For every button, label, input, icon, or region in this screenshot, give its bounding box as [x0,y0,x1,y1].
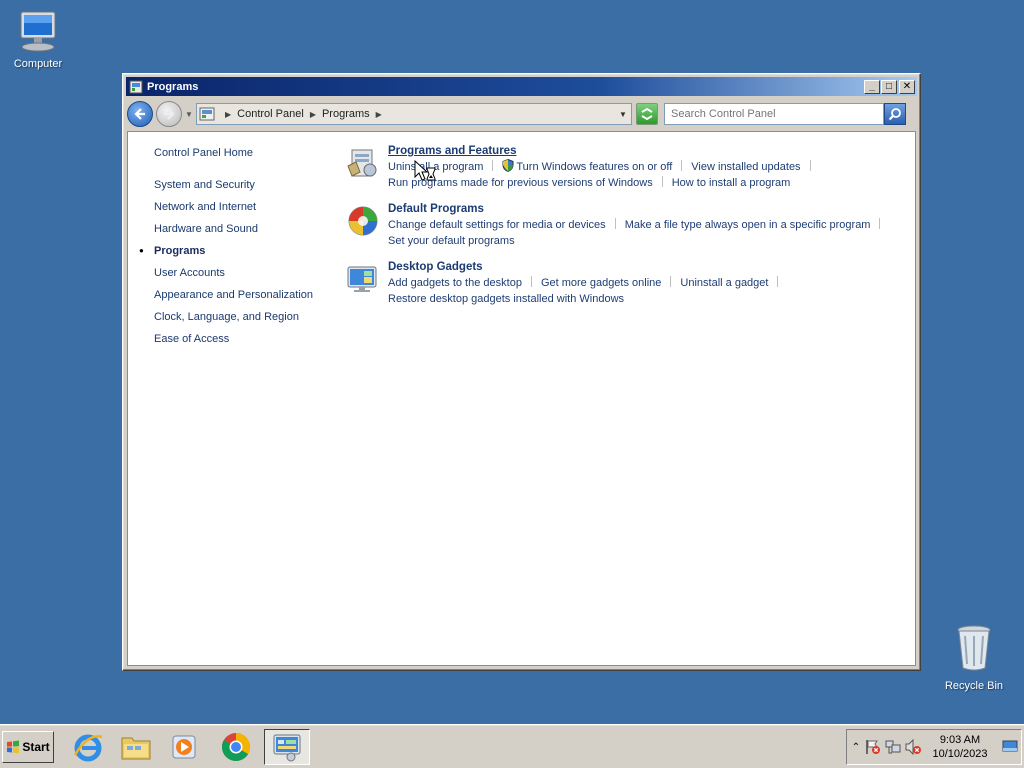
programs-features-icon [347,149,377,177]
recycle-bin-label: Recycle Bin [944,680,1004,692]
taskbar-chrome[interactable] [216,729,256,765]
nav-system-and-security[interactable]: System and Security [154,178,334,200]
window-title: Programs [147,80,199,93]
nav-network-and-internet[interactable]: Network and Internet [154,200,334,222]
search-button[interactable] [884,103,906,125]
windows-logo-icon [7,740,20,754]
desktop-icon-recycle-bin[interactable]: Recycle Bin [934,624,1014,692]
internet-explorer-icon [73,734,103,762]
tray-network[interactable] [883,737,903,757]
uninstall-gadget-link[interactable]: Uninstall a gadget [680,277,768,289]
control-panel-window: Programs _ □ ✕ ▼ ▶ Control Panel ▶ Progr… [122,73,921,671]
network-icon [885,740,901,754]
nav-programs[interactable]: Programs [139,244,334,266]
category-default-programs: Default Programs Change default settings… [346,202,906,249]
crumb-separator-icon[interactable]: ▶ [225,110,231,119]
clock-date: 10/10/2023 [932,748,988,760]
control-panel-icon [273,734,301,762]
computer-icon [20,11,56,52]
minimize-button[interactable]: _ [864,79,880,94]
programs-and-features-link[interactable]: Programs and Features [388,144,906,159]
taskbar-control-panel[interactable] [264,729,310,765]
address-bar[interactable]: ▶ Control Panel ▶ Programs ▶ ▼ [196,103,632,125]
volume-muted-icon [905,738,921,756]
title-bar[interactable]: Programs _ □ ✕ [126,77,917,96]
computer-label: Computer [13,58,63,70]
breadcrumb-control-panel[interactable]: Control Panel [237,108,304,120]
file-explorer-icon [121,737,151,760]
refresh-button[interactable] [636,103,658,125]
back-button[interactable] [127,101,153,127]
turn-windows-features-link[interactable]: Turn Windows features on or off [516,161,672,173]
file-type-association-link[interactable]: Make a file type always open in a specif… [625,219,871,231]
taskbar-file-explorer[interactable] [116,729,156,765]
nav-ease-of-access[interactable]: Ease of Access [154,332,334,354]
how-to-install-link[interactable]: How to install a program [672,177,791,189]
taskbar-clock[interactable]: 9:03 AM 10/10/2023 [929,733,991,761]
crumb-separator-icon[interactable]: ▶ [376,110,382,119]
show-desktop-icon [1002,740,1018,752]
content-area: Control Panel Home System and Security N… [127,131,916,666]
taskbar-media-player[interactable] [164,729,204,765]
restore-gadgets-link[interactable]: Restore desktop gadgets installed with W… [388,293,624,305]
show-desktop-button[interactable] [1001,737,1019,757]
desktop-gadgets-link[interactable]: Desktop Gadgets [388,260,906,275]
desktop-gadgets-icon [347,266,377,292]
media-player-icon [172,735,196,759]
start-button[interactable]: Start [2,731,54,763]
arrow-right-icon [164,108,175,120]
taskbar-internet-explorer[interactable] [68,729,108,765]
close-button[interactable]: ✕ [899,79,915,94]
chevron-up-icon: ⌃ [851,741,861,753]
maximize-button[interactable]: □ [881,79,897,94]
start-label: Start [22,740,50,754]
recycle-bin-icon [957,625,991,671]
flag-error-icon [866,740,880,754]
desktop-icon-computer[interactable]: Computer [0,10,78,70]
busy-cursor-icon [414,160,436,181]
control-panel-location-icon [199,107,215,121]
nav-appearance-and-personalization[interactable]: Appearance and Personalization [154,288,334,310]
chrome-icon [222,733,250,761]
view-installed-updates-link[interactable]: View installed updates [691,161,800,173]
arrow-left-icon [134,108,145,120]
set-default-programs-link[interactable]: Set your default programs [388,235,515,247]
default-programs-link[interactable]: Default Programs [388,202,906,217]
crumb-separator-icon[interactable]: ▶ [310,110,316,119]
nav-control-panel-home[interactable]: Control Panel Home [154,146,334,168]
nav-hardware-and-sound[interactable]: Hardware and Sound [154,222,334,244]
left-navigation: Control Panel Home System and Security N… [139,146,334,354]
address-toolbar: ▼ ▶ Control Panel ▶ Programs ▶ ▼ [127,99,916,129]
search-input[interactable] [664,103,884,125]
get-more-gadgets-link[interactable]: Get more gadgets online [541,277,661,289]
uac-shield-icon [502,159,514,172]
control-panel-small-icon [129,80,143,93]
tray-volume[interactable] [903,737,923,757]
taskbar: Start ⌃ 9:03 AM 10/10/2023 [0,724,1024,768]
search-icon [888,108,901,121]
nav-user-accounts[interactable]: User Accounts [154,266,334,288]
show-hidden-icons-button[interactable]: ⌃ [849,737,863,757]
forward-button[interactable] [156,101,182,127]
add-gadgets-link[interactable]: Add gadgets to the desktop [388,277,522,289]
category-desktop-gadgets: Desktop Gadgets Add gadgets to the deskt… [346,260,906,307]
breadcrumb-programs[interactable]: Programs [322,108,370,120]
change-default-media-settings-link[interactable]: Change default settings for media or dev… [388,219,606,231]
refresh-icon [641,107,653,121]
default-programs-icon [348,206,378,236]
recent-pages-dropdown[interactable]: ▼ [184,110,194,119]
notification-area: ⌃ 9:03 AM 10/10/2023 [846,729,1022,765]
address-dropdown-icon[interactable]: ▼ [615,110,631,119]
nav-clock-language-region[interactable]: Clock, Language, and Region [154,310,334,332]
clock-time: 9:03 AM [939,734,981,746]
tray-action-center[interactable] [863,737,883,757]
